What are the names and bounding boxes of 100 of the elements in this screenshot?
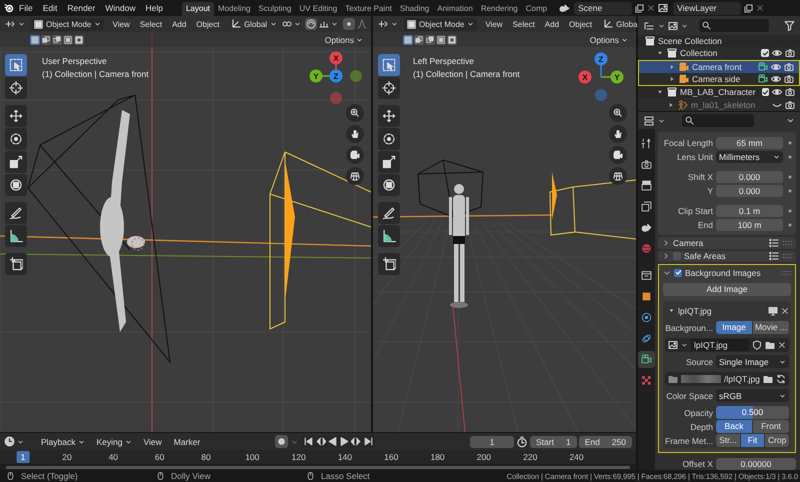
zoom-icon[interactable] bbox=[609, 104, 627, 122]
scale-tool-icon[interactable] bbox=[5, 151, 27, 173]
options-dropdown[interactable]: Options bbox=[320, 33, 367, 46]
number-field[interactable]: 65 mm bbox=[716, 136, 783, 148]
scale-tool-icon[interactable] bbox=[378, 151, 400, 173]
caret-icon[interactable] bbox=[331, 20, 338, 28]
previous-keyframe-icon[interactable] bbox=[315, 436, 326, 447]
camera-data-icon[interactable] bbox=[758, 62, 768, 72]
annotate-tool-icon[interactable] bbox=[378, 202, 400, 224]
panel-title[interactable]: Background Images bbox=[685, 268, 778, 278]
segment-button[interactable]: Movie ... bbox=[753, 321, 789, 334]
source-dropdown[interactable]: Single Image bbox=[716, 355, 789, 368]
keyframe-dot-icon[interactable] bbox=[786, 206, 794, 214]
camera-data-icon[interactable] bbox=[758, 74, 768, 84]
cursor-tool-icon[interactable] bbox=[378, 77, 400, 99]
move-tool-icon[interactable] bbox=[378, 105, 400, 127]
timeline-menu[interactable]: Keying bbox=[92, 436, 136, 446]
menu-item[interactable]: Edit bbox=[38, 3, 62, 13]
eye-icon[interactable] bbox=[772, 48, 782, 58]
color-space-dropdown[interactable]: sRGB bbox=[716, 389, 789, 402]
select-mode-icon[interactable] bbox=[74, 34, 84, 44]
menu-item[interactable]: Help bbox=[140, 3, 168, 13]
workspace-tab[interactable]: Animation bbox=[433, 2, 477, 16]
next-keyframe-icon[interactable] bbox=[351, 436, 362, 447]
timeline-menu[interactable]: Playback bbox=[36, 436, 90, 446]
outliner-item-label[interactable]: m_la01_skeleton bbox=[691, 100, 756, 110]
transform-tool-icon[interactable] bbox=[5, 174, 27, 196]
segment-button[interactable]: Fit bbox=[740, 434, 764, 447]
render-camera-icon[interactable] bbox=[784, 74, 794, 84]
checkbox[interactable] bbox=[674, 268, 682, 276]
snap-target-icon[interactable] bbox=[319, 19, 330, 29]
eye-icon[interactable] bbox=[771, 62, 781, 72]
header-menu[interactable]: Object bbox=[565, 20, 596, 28]
view-layer-icon[interactable] bbox=[658, 3, 668, 13]
fake-user-shield-icon[interactable] bbox=[752, 340, 762, 350]
proportional-edit-icon[interactable] bbox=[343, 18, 355, 30]
play-reverse-icon[interactable] bbox=[327, 436, 338, 447]
number-field[interactable]: 0.000 bbox=[716, 170, 783, 182]
number-field[interactable]: 0.00000 bbox=[716, 458, 796, 470]
image-name-field[interactable]: lpIQT.jpg bbox=[691, 338, 749, 350]
menu-item[interactable]: File bbox=[14, 3, 38, 13]
transform-tool-icon[interactable] bbox=[378, 174, 400, 196]
panel-title[interactable]: Safe Areas bbox=[684, 251, 766, 262]
camera-icon[interactable] bbox=[609, 146, 627, 164]
view-layer-field[interactable]: ViewLayer bbox=[673, 2, 742, 14]
segment-button[interactable]: Str... bbox=[716, 434, 740, 447]
keyframe-dot-icon[interactable] bbox=[786, 172, 794, 180]
add-image-button[interactable]: Add Image bbox=[663, 283, 791, 296]
keyframe-dot-icon[interactable] bbox=[786, 220, 794, 228]
presets-list-icon[interactable] bbox=[769, 238, 779, 248]
camera-icon[interactable] bbox=[346, 146, 364, 164]
outliner-row[interactable]: Collection bbox=[638, 47, 800, 60]
search-field[interactable] bbox=[682, 114, 754, 127]
header-menu[interactable]: View bbox=[108, 20, 134, 28]
eye-icon[interactable] bbox=[771, 74, 781, 84]
mode-dropdown[interactable]: Object Mode bbox=[404, 18, 478, 30]
pivot-icon[interactable] bbox=[282, 19, 292, 29]
outliner-row[interactable]: MB_LAB_Character bbox=[638, 86, 800, 98]
checkbox[interactable] bbox=[673, 252, 681, 260]
close-icon[interactable] bbox=[756, 4, 764, 12]
navigation-gizmo-drawing[interactable]: X Y Z bbox=[306, 50, 366, 108]
number-field[interactable]: 0.000 bbox=[716, 184, 783, 196]
segment-button[interactable]: Image bbox=[716, 321, 752, 334]
caret-icon[interactable] bbox=[18, 20, 25, 28]
select-mode-icon[interactable] bbox=[52, 34, 62, 44]
close-icon[interactable] bbox=[778, 340, 786, 348]
disclosure-triangle-icon[interactable] bbox=[668, 75, 676, 84]
checkbox[interactable] bbox=[761, 49, 769, 58]
segment-button[interactable]: Crop bbox=[765, 434, 789, 447]
header-menu[interactable]: Select bbox=[136, 20, 166, 28]
orientation-dropdown[interactable]: Global bbox=[228, 19, 280, 29]
presets-list-icon[interactable] bbox=[769, 251, 779, 262]
scrollbar[interactable] bbox=[6, 466, 630, 468]
filter-icon[interactable] bbox=[784, 20, 795, 31]
workspace-tab[interactable]: UV Editing bbox=[295, 2, 342, 16]
keyframe-dot-icon[interactable] bbox=[786, 138, 794, 146]
copy-icon[interactable] bbox=[744, 4, 754, 12]
outliner-row[interactable]: Camera side bbox=[639, 72, 799, 86]
segment-button[interactable]: Back bbox=[716, 420, 752, 433]
disclosure-chevron-icon[interactable] bbox=[662, 238, 670, 247]
copy-icon[interactable] bbox=[635, 4, 644, 12]
start-frame-field[interactable]: Start 1 bbox=[530, 436, 577, 448]
measure-tool-icon[interactable] bbox=[5, 225, 27, 247]
add-cube-tool-icon[interactable] bbox=[378, 253, 400, 275]
select-mode-icon[interactable] bbox=[41, 34, 51, 44]
snap-icon[interactable] bbox=[305, 18, 318, 30]
select-mode-icon[interactable] bbox=[63, 34, 73, 44]
select-mode-icon[interactable] bbox=[30, 34, 40, 44]
outliner-item-label[interactable]: MB_LAB_Character bbox=[680, 87, 756, 98]
panel-header[interactable]: Safe Areas bbox=[658, 250, 796, 262]
disclosure-chevron-icon[interactable] bbox=[663, 268, 671, 276]
render-camera-icon[interactable] bbox=[785, 100, 795, 110]
select-mode-icon[interactable] bbox=[425, 34, 435, 44]
segment-button[interactable]: Front bbox=[753, 420, 789, 433]
annotate-tool-icon[interactable] bbox=[5, 202, 27, 224]
header-menu[interactable]: Object bbox=[192, 20, 224, 28]
workspace-tab[interactable]: Shading bbox=[396, 2, 434, 16]
render-camera-icon[interactable] bbox=[784, 62, 794, 72]
mode-dropdown[interactable]: Object Mode bbox=[31, 18, 104, 30]
outliner-item-label[interactable]: Camera front bbox=[692, 62, 742, 72]
